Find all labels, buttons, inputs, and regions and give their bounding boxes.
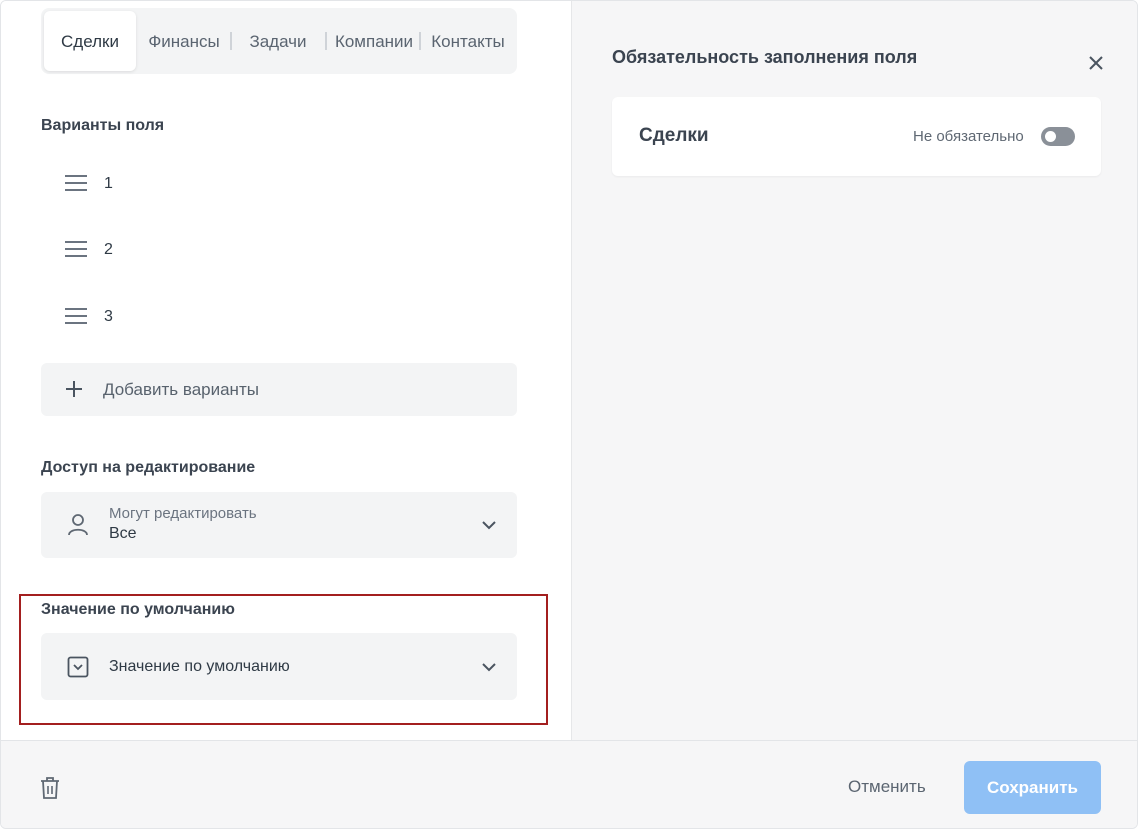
toggle-knob [1045,131,1056,142]
edit-access-label: Могут редактировать [109,505,257,522]
field-settings-pane: Сделки Финансы Задачи Компании Контакты … [1,1,571,740]
edit-access-value: Все [109,525,137,542]
chevron-down-icon [482,521,496,530]
add-variants-label: Добавить варианты [103,380,259,399]
plus-icon [66,381,82,397]
card-title: Сделки [639,125,709,146]
tab-separator [419,32,421,50]
cancel-button[interactable]: Отменить [848,777,926,797]
tab-separator [230,32,232,50]
required-field-panel: Обязательность заполнения поля Сделки Не… [571,1,1137,740]
variant-item[interactable]: 1 [61,169,511,199]
tab-separator [325,32,327,50]
variant-item[interactable]: 2 [61,235,511,265]
variant-label: 3 [104,308,113,325]
save-button[interactable]: Сохранить [964,761,1101,814]
field-settings-dialog: Сделки Финансы Задачи Компании Контакты … [0,0,1138,829]
variants-section-title: Варианты поля [41,117,165,134]
default-value-highlight [19,594,548,725]
close-icon[interactable] [1087,54,1105,72]
variant-item[interactable]: 3 [61,302,511,332]
panel-title: Обязательность заполнения поля [612,47,918,67]
drag-handle-icon[interactable] [65,306,87,326]
drag-handle-icon[interactable] [65,239,87,259]
entity-tabs: Сделки Финансы Задачи Компании Контакты [41,8,517,74]
tab-deals[interactable]: Сделки [44,11,136,71]
variant-label: 2 [104,241,113,258]
required-setting-card: Сделки Не обязательно [612,97,1101,176]
edit-access-select[interactable]: Могут редактировать Все [41,492,517,558]
required-toggle[interactable] [1041,127,1075,146]
edit-access-title: Доступ на редактирование [41,459,256,476]
tab-tasks[interactable]: Задачи [237,11,319,71]
tab-contacts[interactable]: Контакты [423,11,513,71]
user-icon [68,514,88,536]
trash-icon[interactable] [39,776,61,800]
required-status-label: Не обязательно [913,128,1024,145]
drag-handle-icon[interactable] [65,173,87,193]
dialog-footer: Отменить Сохранить [1,740,1137,828]
tab-companies[interactable]: Компании [329,11,419,71]
add-variants-button[interactable]: Добавить варианты [41,363,517,416]
variant-label: 1 [104,175,113,192]
tab-finance[interactable]: Финансы [139,11,229,71]
